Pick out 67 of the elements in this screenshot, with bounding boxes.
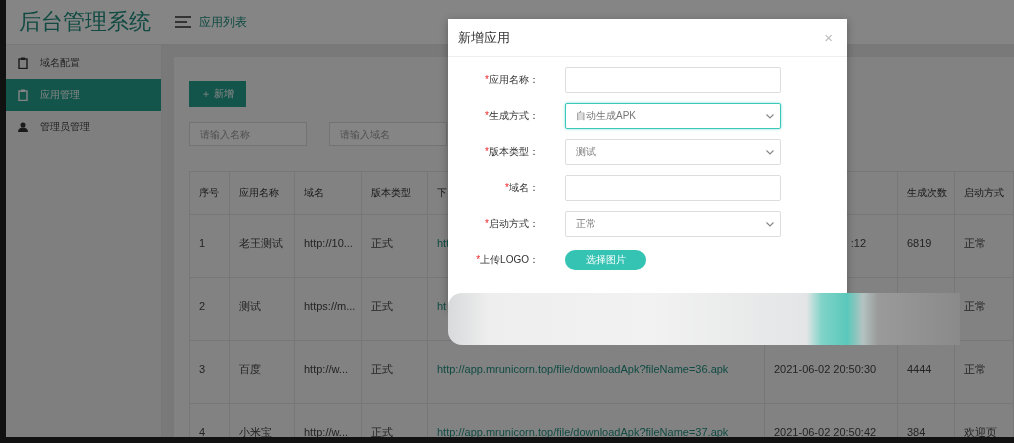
field-label: 应用名称：	[489, 74, 539, 85]
upload-button[interactable]: 选择图片	[565, 250, 646, 270]
table-cell: 1	[199, 237, 206, 249]
column-header: 启动方式	[964, 187, 1004, 198]
table-cell: 正式	[371, 426, 393, 437]
close-button[interactable]: ×	[820, 29, 837, 46]
table-cell: 欢迎页	[964, 426, 997, 437]
table-cell: 正式	[371, 363, 393, 375]
table-cell: 384	[907, 426, 926, 437]
column-header: 应用名称	[239, 187, 279, 198]
select-field[interactable]: 自动生成APK	[565, 103, 781, 129]
table-cell: :12	[850, 237, 866, 249]
column-header: 版本类型	[371, 187, 411, 198]
table-cell: 百度	[239, 363, 261, 375]
input-field[interactable]	[565, 67, 781, 93]
table-cell: 6819	[907, 237, 932, 249]
table-cell: 正式	[371, 237, 393, 249]
table-cell: http://w...	[304, 363, 349, 375]
table-cell: 正常	[964, 363, 986, 375]
table-cell: 2021-06-02 20:50:42	[774, 426, 877, 437]
select-field[interactable]: 正常	[565, 211, 781, 237]
clipboard-icon	[18, 89, 28, 101]
person-icon	[18, 122, 28, 132]
breadcrumb: 应用列表	[199, 13, 247, 31]
sidebar-item[interactable]: 管理员管理	[6, 111, 161, 143]
chevron-down-icon	[766, 149, 774, 155]
column-header: 生成次数	[907, 187, 947, 198]
required-mark: *	[476, 254, 481, 265]
clipboard-icon	[18, 57, 28, 69]
table-cell: 正式	[371, 300, 393, 312]
table-cell: 正常	[964, 237, 986, 249]
field-label: 域名：	[509, 182, 539, 193]
select-field[interactable]: 测试	[565, 139, 781, 165]
table-cell: 老王测试	[239, 237, 283, 249]
required-mark: *	[485, 74, 489, 85]
required-mark: *	[505, 182, 509, 193]
sidebar-item[interactable]: 域名配置	[6, 47, 161, 79]
table-cell: http://10...	[304, 237, 353, 249]
table-cell: 测试	[239, 300, 261, 312]
field-label: 上传LOGO：	[480, 254, 539, 265]
table-cell: 2021-06-02 20:50:30	[774, 363, 877, 375]
field-label: 启动方式：	[489, 218, 539, 229]
table-cell: 4444	[907, 363, 932, 375]
chevron-down-icon	[766, 221, 774, 227]
table-cell: 4	[199, 426, 206, 437]
required-mark: *	[485, 146, 489, 157]
input-field[interactable]	[565, 175, 781, 201]
download-link[interactable]: ht	[437, 300, 447, 312]
app-title: 后台管理系统	[17, 8, 152, 36]
column-header: 域名	[304, 187, 324, 198]
field-label: 生成方式：	[489, 110, 539, 121]
column-header: 下	[437, 187, 447, 198]
chevron-down-icon	[766, 113, 774, 119]
table-cell: https://m...	[304, 300, 356, 312]
table-cell: 正常	[964, 300, 986, 312]
dialog-title: 新增应用	[458, 28, 510, 47]
sidebar-item[interactable]: 应用管理	[6, 79, 161, 111]
table-cell: 2	[199, 300, 206, 312]
field-label: 版本类型：	[489, 146, 539, 157]
table-cell: 小米宝	[239, 426, 272, 437]
menu-icon[interactable]	[175, 16, 191, 28]
required-mark: *	[485, 218, 489, 229]
table-cell: 3	[199, 363, 206, 375]
add-button[interactable]: ＋ 新增	[189, 81, 246, 107]
download-link[interactable]: http://app.mrunicorn.top/file/downloadApk?fileName=36.apk	[437, 363, 729, 375]
required-mark: *	[485, 110, 489, 121]
column-header: 序号	[199, 187, 219, 198]
